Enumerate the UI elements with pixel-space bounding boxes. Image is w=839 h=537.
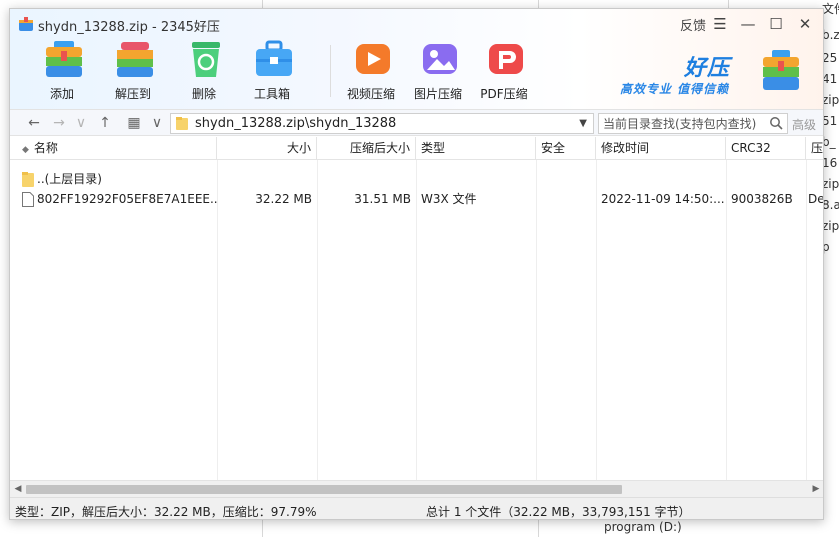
search-icon[interactable] bbox=[769, 116, 783, 130]
row-method: De bbox=[808, 192, 824, 206]
column-crc32[interactable]: CRC32 bbox=[726, 137, 806, 160]
up-folder-icon[interactable]: ↑ bbox=[96, 114, 114, 132]
column-name[interactable]: ◆ 名称 bbox=[10, 137, 217, 160]
background-text: 51 bbox=[822, 114, 838, 128]
app-logo-icon bbox=[19, 17, 33, 31]
row-size: 32.22 MB bbox=[255, 192, 312, 206]
row-security bbox=[536, 189, 596, 210]
horizontal-scrollbar[interactable]: ◀ ▶ bbox=[10, 480, 823, 497]
image-compress-label: 图片压缩 bbox=[413, 87, 462, 101]
view-mode-icon[interactable]: ▦ bbox=[125, 114, 143, 132]
title-bar: shydn_13288.zip - 2345好压 反馈 ☰ — ☐ ✕ bbox=[10, 9, 823, 39]
toolbar: shydn_13288.zip - 2345好压 反馈 ☰ — ☐ ✕ 添加 解… bbox=[10, 9, 823, 109]
file-list: ◆ 名称 大小 压缩后大小 类型 安全 修改时间 CRC32 压 ..(上层目录) bbox=[10, 137, 824, 480]
extract-to-button[interactable]: 解压到 bbox=[103, 39, 163, 103]
scrollbar-thumb[interactable] bbox=[26, 485, 622, 494]
status-total-info: 总计 1 个文件（32.22 MB，33,793,151 字节） bbox=[426, 505, 691, 519]
image-compress-button[interactable]: 图片压缩 bbox=[408, 39, 468, 103]
background-text: b.zip bbox=[822, 28, 839, 42]
video-compress-label: 视频压缩 bbox=[346, 87, 395, 101]
background-text: 16 bbox=[822, 156, 838, 170]
row-modified: 2022-11-09 14:50:... bbox=[601, 192, 725, 206]
table-row[interactable]: 802FF19292F05EF8E7A1EEE... 32.22 MB 31.5… bbox=[10, 189, 824, 210]
minimize-icon[interactable]: — bbox=[737, 13, 759, 35]
row-name: 802FF19292F05EF8E7A1EEE... bbox=[37, 192, 217, 206]
advanced-search-link[interactable]: 高级 bbox=[792, 116, 816, 133]
column-method[interactable]: 压 bbox=[806, 137, 823, 160]
delete-recycle-icon bbox=[192, 42, 220, 77]
image-compress-icon bbox=[423, 44, 457, 74]
background-drive-label: program (D:) bbox=[604, 520, 682, 534]
column-size[interactable]: 大小 bbox=[217, 137, 317, 160]
path-input[interactable]: shydn_13288.zip\shydn_13288 ▼ bbox=[170, 113, 594, 134]
column-packed-size[interactable]: 压缩后大小 bbox=[317, 137, 416, 160]
background-text: zip bbox=[822, 93, 839, 107]
toolbar-separator bbox=[330, 45, 331, 97]
brand-name: 好压 bbox=[684, 56, 731, 81]
archive-window: shydn_13288.zip - 2345好压 反馈 ☰ — ☐ ✕ 添加 解… bbox=[9, 8, 824, 520]
column-label: 名称 bbox=[33, 141, 58, 155]
maximize-icon[interactable]: ☐ bbox=[765, 13, 787, 35]
column-modified[interactable]: 修改时间 bbox=[596, 137, 726, 160]
sort-indicator-icon: ◆ bbox=[22, 145, 29, 155]
pdf-compress-icon bbox=[489, 44, 523, 74]
search-box bbox=[598, 113, 788, 134]
column-header: ◆ 名称 大小 压缩后大小 类型 安全 修改时间 CRC32 压 bbox=[10, 137, 823, 160]
background-text: zip bbox=[822, 219, 839, 233]
brand-archive-icon bbox=[763, 50, 799, 90]
background-text: 8.a bbox=[822, 198, 839, 212]
scroll-right-icon[interactable]: ▶ bbox=[809, 483, 823, 496]
status-bar: 类型：ZIP，解压后大小：32.22 MB，压缩比：97.79% 总计 1 个文… bbox=[10, 497, 823, 519]
brand-logo: 好压 高效专业 值得信赖 bbox=[620, 49, 820, 109]
row-type: W3X 文件 bbox=[421, 192, 477, 206]
table-row-parent-dir[interactable]: ..(上层目录) bbox=[10, 169, 823, 190]
folder-icon bbox=[176, 117, 188, 130]
row-packed-size: 31.51 MB bbox=[354, 192, 411, 206]
scroll-left-icon[interactable]: ◀ bbox=[11, 483, 25, 496]
close-icon[interactable]: ✕ bbox=[794, 13, 816, 35]
extract-icon bbox=[117, 42, 153, 77]
view-mode-dropdown-icon[interactable]: ∨ bbox=[148, 114, 166, 132]
column-security[interactable]: 安全 bbox=[536, 137, 596, 160]
extract-to-button-label: 解压到 bbox=[114, 87, 151, 101]
pdf-compress-label: PDF压缩 bbox=[480, 87, 528, 101]
add-button-label: 添加 bbox=[49, 87, 74, 101]
brand-tagline: 高效专业 值得信赖 bbox=[620, 82, 730, 96]
delete-button[interactable]: 删除 bbox=[174, 39, 234, 103]
hamburger-icon[interactable]: ☰ bbox=[709, 13, 731, 35]
toolbox-icon bbox=[256, 40, 292, 76]
toolbox-button-label: 工具箱 bbox=[253, 87, 290, 101]
path-text: shydn_13288.zip\shydn_13288 bbox=[195, 116, 397, 131]
add-archive-icon bbox=[46, 41, 82, 77]
row-crc32: 9003826B bbox=[731, 192, 793, 206]
video-compress-icon bbox=[356, 44, 390, 74]
pdf-compress-button[interactable]: PDF压缩 bbox=[474, 39, 534, 103]
background-drive-item: program (D:) bbox=[560, 518, 839, 537]
video-compress-button[interactable]: 视频压缩 bbox=[341, 39, 401, 103]
delete-button-label: 删除 bbox=[191, 87, 216, 101]
background-text: b_ bbox=[822, 135, 836, 149]
column-type[interactable]: 类型 bbox=[416, 137, 536, 160]
add-button[interactable]: 添加 bbox=[32, 39, 92, 103]
background-text: zip bbox=[822, 177, 839, 191]
status-archive-info: 类型：ZIP，解压后大小：32.22 MB，压缩比：97.79% bbox=[15, 505, 317, 519]
toolbox-button[interactable]: 工具箱 bbox=[242, 39, 302, 103]
background-text: 41 bbox=[822, 72, 838, 86]
forward-arrow-icon[interactable]: → bbox=[50, 114, 68, 132]
search-input[interactable] bbox=[603, 115, 763, 132]
background-text: 25 bbox=[822, 51, 838, 65]
feedback-link[interactable]: 反馈 bbox=[680, 15, 706, 34]
history-dropdown-icon[interactable]: ∨ bbox=[72, 114, 90, 132]
back-arrow-icon[interactable]: ← bbox=[25, 114, 43, 132]
window-title: shydn_13288.zip - 2345好压 bbox=[38, 20, 220, 35]
path-dropdown-icon[interactable]: ▼ bbox=[579, 118, 587, 129]
background-text: 文件 bbox=[822, 2, 839, 16]
address-bar: ← → ∨ ↑ ▦ ∨ shydn_13288.zip\shydn_13288 … bbox=[10, 109, 823, 136]
row-name: ..(上层目录) bbox=[37, 172, 102, 186]
